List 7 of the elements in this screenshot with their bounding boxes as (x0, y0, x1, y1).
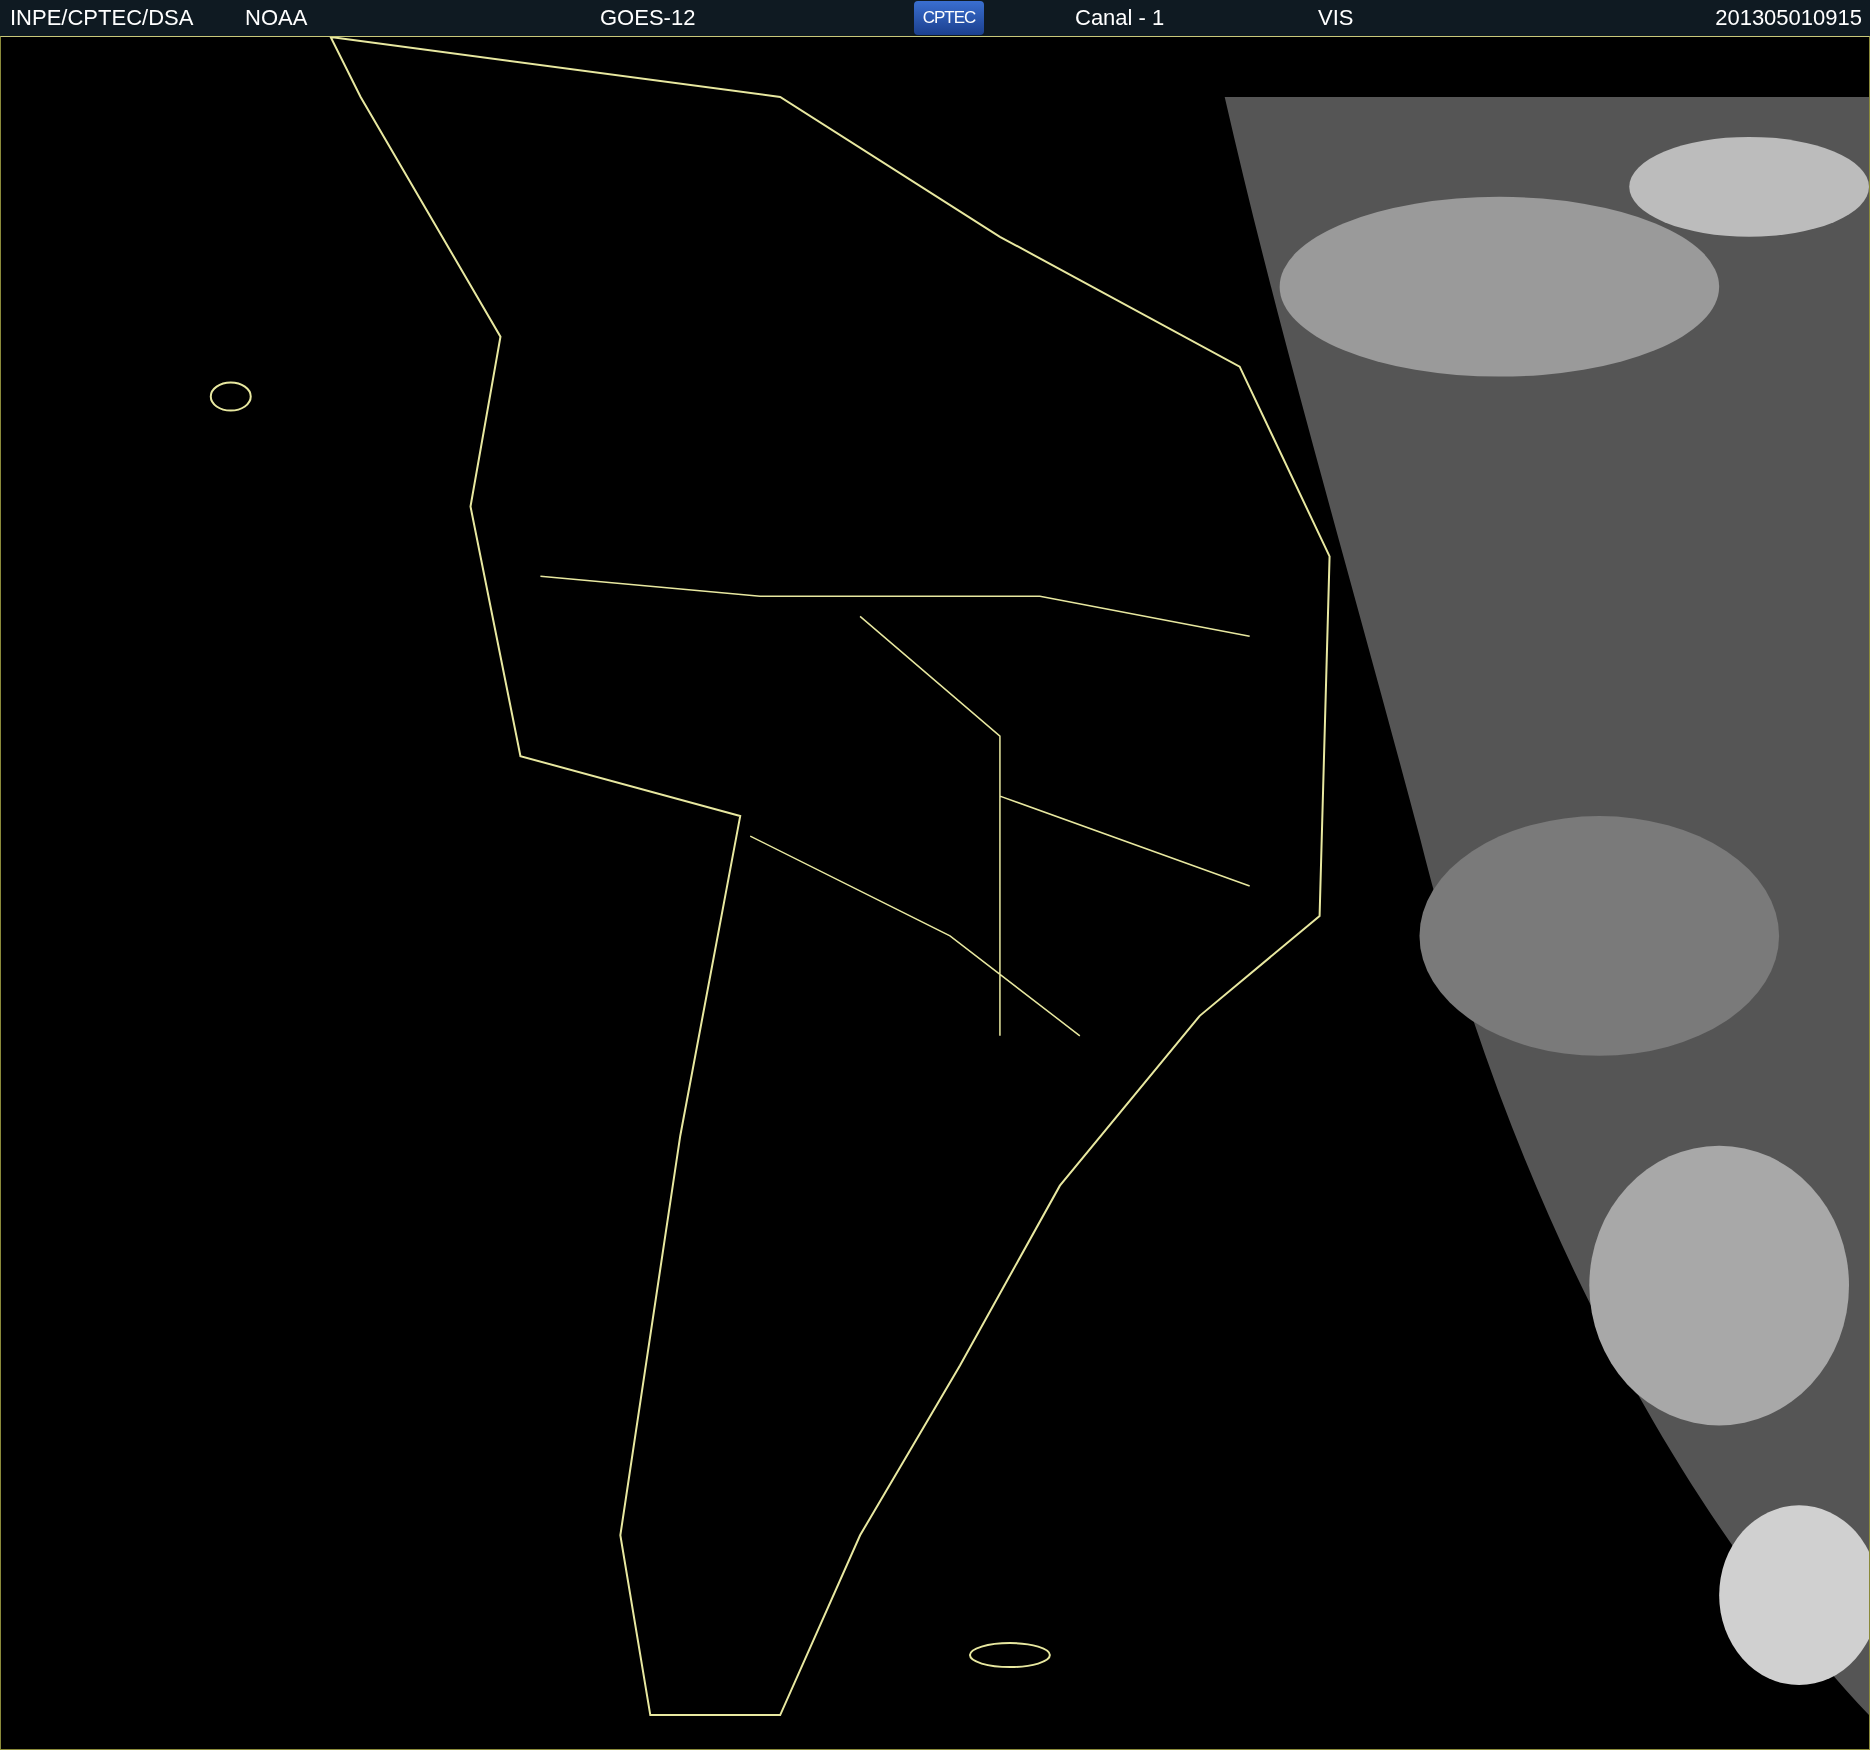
header-label: Canal - 1 (1075, 5, 1165, 31)
header-label: INPE/CPTEC/DSA (10, 5, 194, 31)
header-label: VIS (1318, 5, 1354, 31)
header-label: GOES-12 (600, 5, 696, 31)
header-label: NOAA (245, 5, 308, 31)
header-label: 201305010915 (1715, 5, 1862, 31)
logo: CPTEC (914, 1, 984, 35)
